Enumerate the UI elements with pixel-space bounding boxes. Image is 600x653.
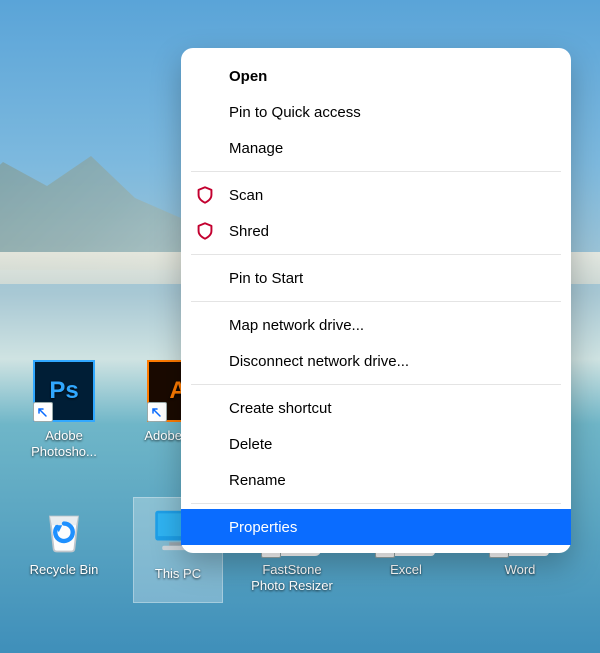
menu-item-label: Pin to Start — [229, 270, 303, 287]
shortcut-arrow-icon — [147, 402, 167, 422]
menu-item-disconnect-drive[interactable]: Disconnect network drive... — [181, 343, 571, 379]
mcafee-shield-icon — [197, 186, 215, 204]
menu-item-label: Pin to Quick access — [229, 104, 361, 121]
menu-item-label: Properties — [229, 519, 297, 536]
menu-item-scan[interactable]: Scan — [181, 177, 571, 213]
menu-item-label: Open — [229, 68, 267, 85]
menu-item-create-shortcut[interactable]: Create shortcut — [181, 390, 571, 426]
desktop[interactable]: Ps Adobe Photosho... A Adobe An... Recyc… — [0, 0, 600, 653]
menu-item-rename[interactable]: Rename — [181, 462, 571, 498]
menu-item-label: Rename — [229, 472, 286, 489]
menu-separator — [191, 171, 561, 172]
context-menu: Open Pin to Quick access Manage Scan Shr… — [181, 48, 571, 553]
desktop-icon-photoshop[interactable]: Ps Adobe Photosho... — [20, 360, 108, 460]
desktop-icon-label: Recycle Bin — [20, 562, 108, 578]
menu-item-label: Create shortcut — [229, 400, 332, 417]
desktop-icon-recycle-bin[interactable]: Recycle Bin — [20, 498, 108, 578]
menu-item-pin-quick-access[interactable]: Pin to Quick access — [181, 94, 571, 130]
desktop-icon-label: Adobe Photosho... — [20, 428, 108, 460]
menu-item-properties[interactable]: Properties — [181, 509, 571, 545]
menu-item-manage[interactable]: Manage — [181, 130, 571, 166]
desktop-icon-label: FastStone Photo Resizer — [248, 562, 336, 594]
menu-item-label: Manage — [229, 140, 283, 157]
shortcut-arrow-icon — [33, 402, 53, 422]
desktop-icon-label: This PC — [134, 566, 222, 582]
photoshop-icon: Ps — [33, 360, 95, 422]
menu-item-label: Disconnect network drive... — [229, 353, 409, 370]
menu-separator — [191, 384, 561, 385]
recycle-bin-icon — [35, 498, 93, 556]
menu-item-pin-start[interactable]: Pin to Start — [181, 260, 571, 296]
menu-item-label: Shred — [229, 223, 269, 240]
menu-item-map-drive[interactable]: Map network drive... — [181, 307, 571, 343]
menu-separator — [191, 254, 561, 255]
menu-item-open[interactable]: Open — [181, 58, 571, 94]
menu-item-label: Scan — [229, 187, 263, 204]
menu-item-label: Delete — [229, 436, 272, 453]
menu-separator — [191, 503, 561, 504]
menu-item-label: Map network drive... — [229, 317, 364, 334]
menu-separator — [191, 301, 561, 302]
desktop-icon-label: Excel — [362, 562, 450, 578]
menu-item-delete[interactable]: Delete — [181, 426, 571, 462]
menu-item-shred[interactable]: Shred — [181, 213, 571, 249]
desktop-icon-label: Word — [476, 562, 564, 578]
mcafee-shield-icon — [197, 222, 215, 240]
